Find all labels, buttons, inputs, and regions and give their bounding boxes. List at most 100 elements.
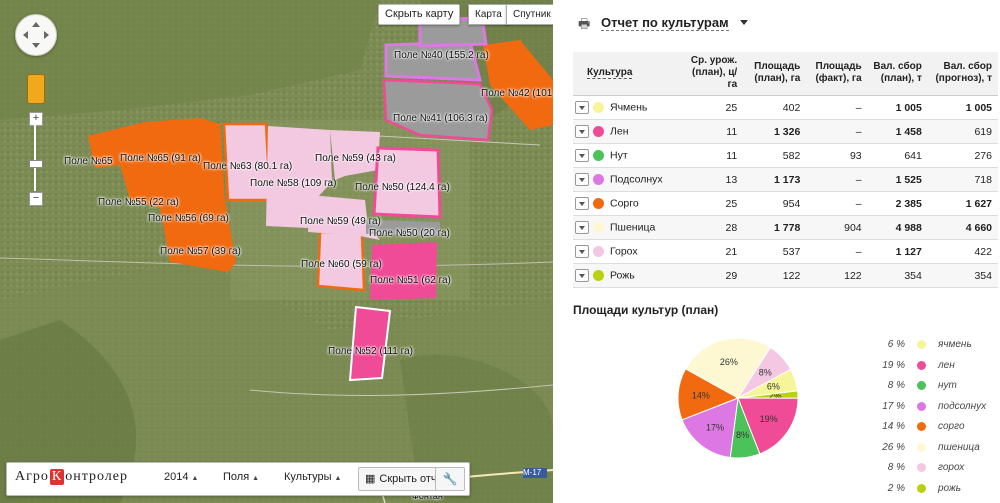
map-view[interactable]: Поле №40 (155.2 га) Поле №42 (101 Поле №… bbox=[0, 0, 553, 503]
settings-button[interactable]: 🔧 bbox=[435, 467, 465, 491]
field-label[interactable]: Поле №42 (101 bbox=[481, 88, 552, 100]
table-row[interactable]: Нут 11 582 93 641 276 bbox=[573, 143, 998, 168]
table-row[interactable]: Горох 21 537–1 127 422 bbox=[573, 239, 998, 264]
crop-cell: Рожь bbox=[573, 263, 683, 288]
legend-item[interactable]: 14 % сорго bbox=[853, 418, 1000, 439]
expand-row-icon[interactable] bbox=[575, 269, 589, 282]
crop-color-dot bbox=[593, 246, 604, 257]
legend-color-dot bbox=[917, 381, 926, 390]
zoom-slider-track[interactable] bbox=[34, 125, 36, 191]
legend-item[interactable]: 8 % нут bbox=[853, 377, 1000, 398]
legend-item[interactable]: 26 % пшеница bbox=[853, 439, 1000, 460]
year-dropdown[interactable]: 2014 ▲ bbox=[164, 471, 198, 483]
area-plan-cell: 954 bbox=[743, 191, 807, 216]
chevron-down-icon[interactable] bbox=[740, 20, 748, 25]
pie-slice-label: 26% bbox=[720, 357, 738, 367]
field-label[interactable]: Поле №58 (109 га) bbox=[250, 178, 336, 190]
crop-color-dot bbox=[593, 174, 604, 185]
legend-item[interactable]: 8 % горох bbox=[853, 459, 1000, 480]
expand-row-icon[interactable] bbox=[575, 197, 589, 210]
crop-name: Пшеница bbox=[610, 221, 656, 234]
field-len[interactable] bbox=[348, 305, 392, 382]
zoom-in-button[interactable]: + bbox=[29, 112, 43, 126]
field-len[interactable] bbox=[370, 242, 437, 300]
legend-percent: 19 % bbox=[882, 359, 905, 371]
crop-color-dot bbox=[593, 126, 604, 137]
expand-row-icon[interactable] bbox=[575, 125, 589, 138]
pie-slice-label: 17% bbox=[706, 422, 724, 432]
field-label[interactable]: Поле №52 (111 га) bbox=[328, 346, 413, 358]
table-icon: ▦ bbox=[365, 473, 376, 485]
pan-control[interactable] bbox=[15, 14, 57, 56]
field-label[interactable]: Поле №51 (62 га) bbox=[370, 275, 451, 287]
legend-item[interactable]: 19 % лен bbox=[853, 357, 1000, 378]
expand-row-icon[interactable] bbox=[575, 245, 589, 258]
table-row[interactable]: Ячмень 25 402–1 005 1 005 bbox=[573, 95, 998, 120]
field-label[interactable]: Поле №63 (80.1 га) bbox=[203, 161, 292, 173]
crops-dropdown[interactable]: Культуры ▲ bbox=[284, 471, 341, 483]
legend-color-dot bbox=[917, 360, 926, 370]
crop-cell: Нут bbox=[573, 143, 683, 168]
table-row[interactable]: Лен 11 1 326–1 458 619 bbox=[573, 119, 998, 144]
gross-forecast-cell: 276 bbox=[927, 143, 998, 168]
expand-row-icon[interactable] bbox=[575, 173, 589, 186]
column-header-area-plan[interactable]: Площадь (план), га bbox=[743, 52, 807, 96]
zoom-slider-thumb[interactable] bbox=[29, 160, 43, 168]
map-type-map-button[interactable]: Карта bbox=[468, 4, 509, 25]
printer-icon[interactable]: 🖶 bbox=[578, 15, 590, 37]
legend-color-dot bbox=[917, 442, 926, 452]
table-row[interactable]: Подсолнух 13 1 173–1 525 718 bbox=[573, 167, 998, 192]
field-label[interactable]: Поле №56 (69 га) bbox=[148, 213, 229, 225]
table-row[interactable]: Пшеница 28 1 778 904 4 988 4 660 bbox=[573, 215, 998, 240]
expand-row-icon[interactable] bbox=[575, 149, 589, 162]
crop-color-dot bbox=[593, 222, 604, 233]
expand-row-icon[interactable] bbox=[575, 221, 589, 234]
zoom-out-button[interactable]: − bbox=[29, 192, 43, 206]
logo-text-right: онтролер bbox=[65, 469, 128, 484]
column-header-gross-plan[interactable]: Вал. сбор (план), т bbox=[867, 52, 928, 96]
field-label[interactable]: Поле №41 (106.3 га) bbox=[393, 113, 488, 125]
legend-item[interactable]: 6 % ячмень bbox=[853, 336, 1000, 357]
yield-cell: 13 bbox=[682, 167, 744, 192]
area-fact-cell: 122 bbox=[806, 263, 868, 288]
pie-slice-label: 19% bbox=[760, 414, 778, 424]
field-label[interactable]: Поле №59 (49 га) bbox=[300, 216, 381, 228]
field-label[interactable]: Поле №50 (124.4 га) bbox=[355, 182, 450, 194]
field-label[interactable]: Поле №60 (59 га) bbox=[301, 259, 382, 271]
expand-row-icon[interactable] bbox=[575, 101, 589, 114]
field-label[interactable]: Поле №40 (155.2 га) bbox=[394, 50, 489, 62]
field-label[interactable]: Поле №59 (43 га) bbox=[315, 153, 396, 165]
field-label[interactable]: Поле №50 (20 га) bbox=[369, 228, 450, 240]
logo-k-mark: К bbox=[49, 469, 65, 485]
fields-dropdown[interactable]: Поля ▲ bbox=[223, 471, 259, 483]
column-header-crop[interactable]: Культура bbox=[573, 52, 683, 96]
gross-plan-cell: 1 525 bbox=[867, 167, 928, 192]
fields-label: Поля bbox=[223, 471, 250, 483]
table-row[interactable]: Сорго 25 954–2 385 1 627 bbox=[573, 191, 998, 216]
pie-chart: 2%19%8%17%14%26%8%6% bbox=[677, 337, 799, 459]
field-label[interactable]: Поле №65 (91 га) bbox=[120, 153, 201, 165]
table-header-row: Культура Ср. урож. (план), ц/га Площадь … bbox=[573, 52, 998, 96]
column-header-gross-forecast[interactable]: Вал. сбор (прогноз), т bbox=[927, 52, 998, 96]
report-title[interactable]: Отчет по культурам bbox=[601, 15, 729, 31]
legend-percent: 6 % bbox=[887, 339, 905, 350]
field-label[interactable]: Поле №55 (22 га) bbox=[98, 197, 179, 209]
legend-percent: 14 % bbox=[882, 421, 905, 432]
field-label[interactable]: Поле №57 (39 га) bbox=[160, 246, 241, 258]
column-header-yield[interactable]: Ср. урож. (план), ц/га bbox=[682, 52, 744, 96]
field-label[interactable]: Поле №65 bbox=[64, 156, 113, 168]
gross-plan-cell: 354 bbox=[867, 263, 928, 288]
gross-forecast-cell: 354 bbox=[927, 263, 998, 288]
report-panel: 🖶 Отчет по культурам Культура Ср. урож. … bbox=[553, 0, 1000, 503]
legend-item[interactable]: 17 % подсолнух bbox=[853, 398, 1000, 419]
area-plan-cell: 122 bbox=[743, 263, 807, 288]
gross-forecast-cell: 718 bbox=[927, 167, 998, 192]
table-row[interactable]: Рожь 29 122 122 354 354 bbox=[573, 263, 998, 288]
map-type-satellite-button[interactable]: Спутник bbox=[506, 4, 553, 25]
column-header-area-fact[interactable]: Площадь (факт), га bbox=[806, 52, 868, 96]
hide-map-button[interactable]: Скрыть карту bbox=[378, 4, 461, 25]
legend-item[interactable]: 2 % рожь bbox=[853, 480, 1000, 501]
caret-up-icon: ▲ bbox=[252, 475, 260, 482]
street-view-pegman-icon[interactable] bbox=[27, 74, 45, 104]
area-plan-cell: 402 bbox=[743, 95, 807, 120]
